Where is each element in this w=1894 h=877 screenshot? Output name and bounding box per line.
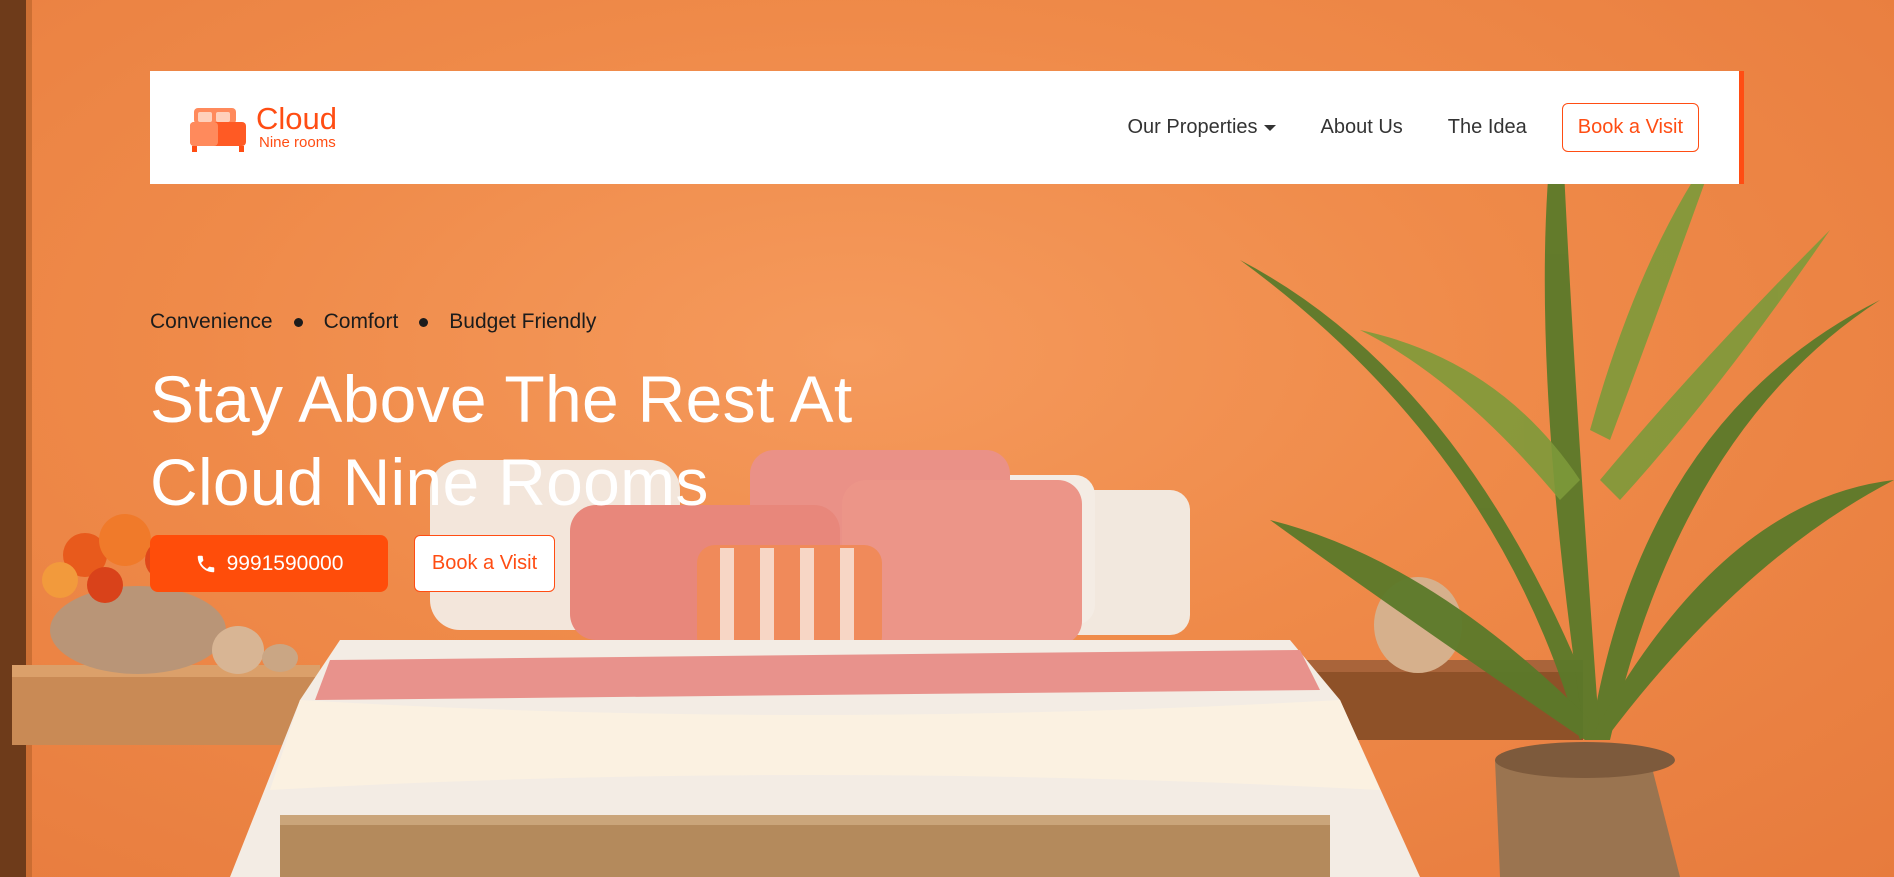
headline-line-1: Stay Above The Rest At (150, 362, 853, 436)
feature-comfort: Comfort (323, 310, 399, 333)
phone-icon (197, 555, 214, 572)
nav-item-the-idea[interactable]: The Idea (1448, 116, 1527, 139)
feature-list: Convenience Comfort Budget Friendly (150, 310, 596, 334)
feature-budget-friendly: Budget Friendly (449, 310, 597, 333)
brand-logo[interactable]: Cloud Nine rooms (190, 100, 337, 152)
call-phone-button[interactable]: 9991590000 (150, 535, 388, 592)
nav-links: Our Properties About Us The Idea Book a … (1127, 103, 1699, 152)
hero-headline: Stay Above The Rest At Cloud Nine Rooms (150, 358, 852, 524)
hero-actions: 9991590000 Book a Visit (150, 535, 555, 592)
nav-book-visit-button[interactable]: Book a Visit (1561, 103, 1699, 152)
caret-down-icon (1263, 124, 1276, 131)
nav-item-about-us[interactable]: About Us (1321, 116, 1403, 139)
nav-item-our-properties[interactable]: Our Properties (1127, 116, 1276, 139)
brand-tagline: Nine rooms (259, 133, 336, 151)
hero-section: Cloud Nine rooms Our Properties About Us… (0, 0, 1894, 877)
hero-book-visit-button[interactable]: Book a Visit (414, 535, 555, 592)
brand-name: Cloud (256, 100, 337, 136)
bullet-dot (293, 317, 303, 327)
phone-number: 9991590000 (226, 551, 344, 575)
bullet-dot (419, 317, 429, 327)
nav-item-label: Our Properties (1127, 116, 1258, 138)
bed-logo-icon (190, 107, 246, 152)
top-navbar: Cloud Nine rooms Our Properties About Us… (150, 71, 1744, 184)
feature-convenience: Convenience (150, 310, 273, 333)
headline-line-2: Cloud Nine Rooms (150, 445, 709, 519)
